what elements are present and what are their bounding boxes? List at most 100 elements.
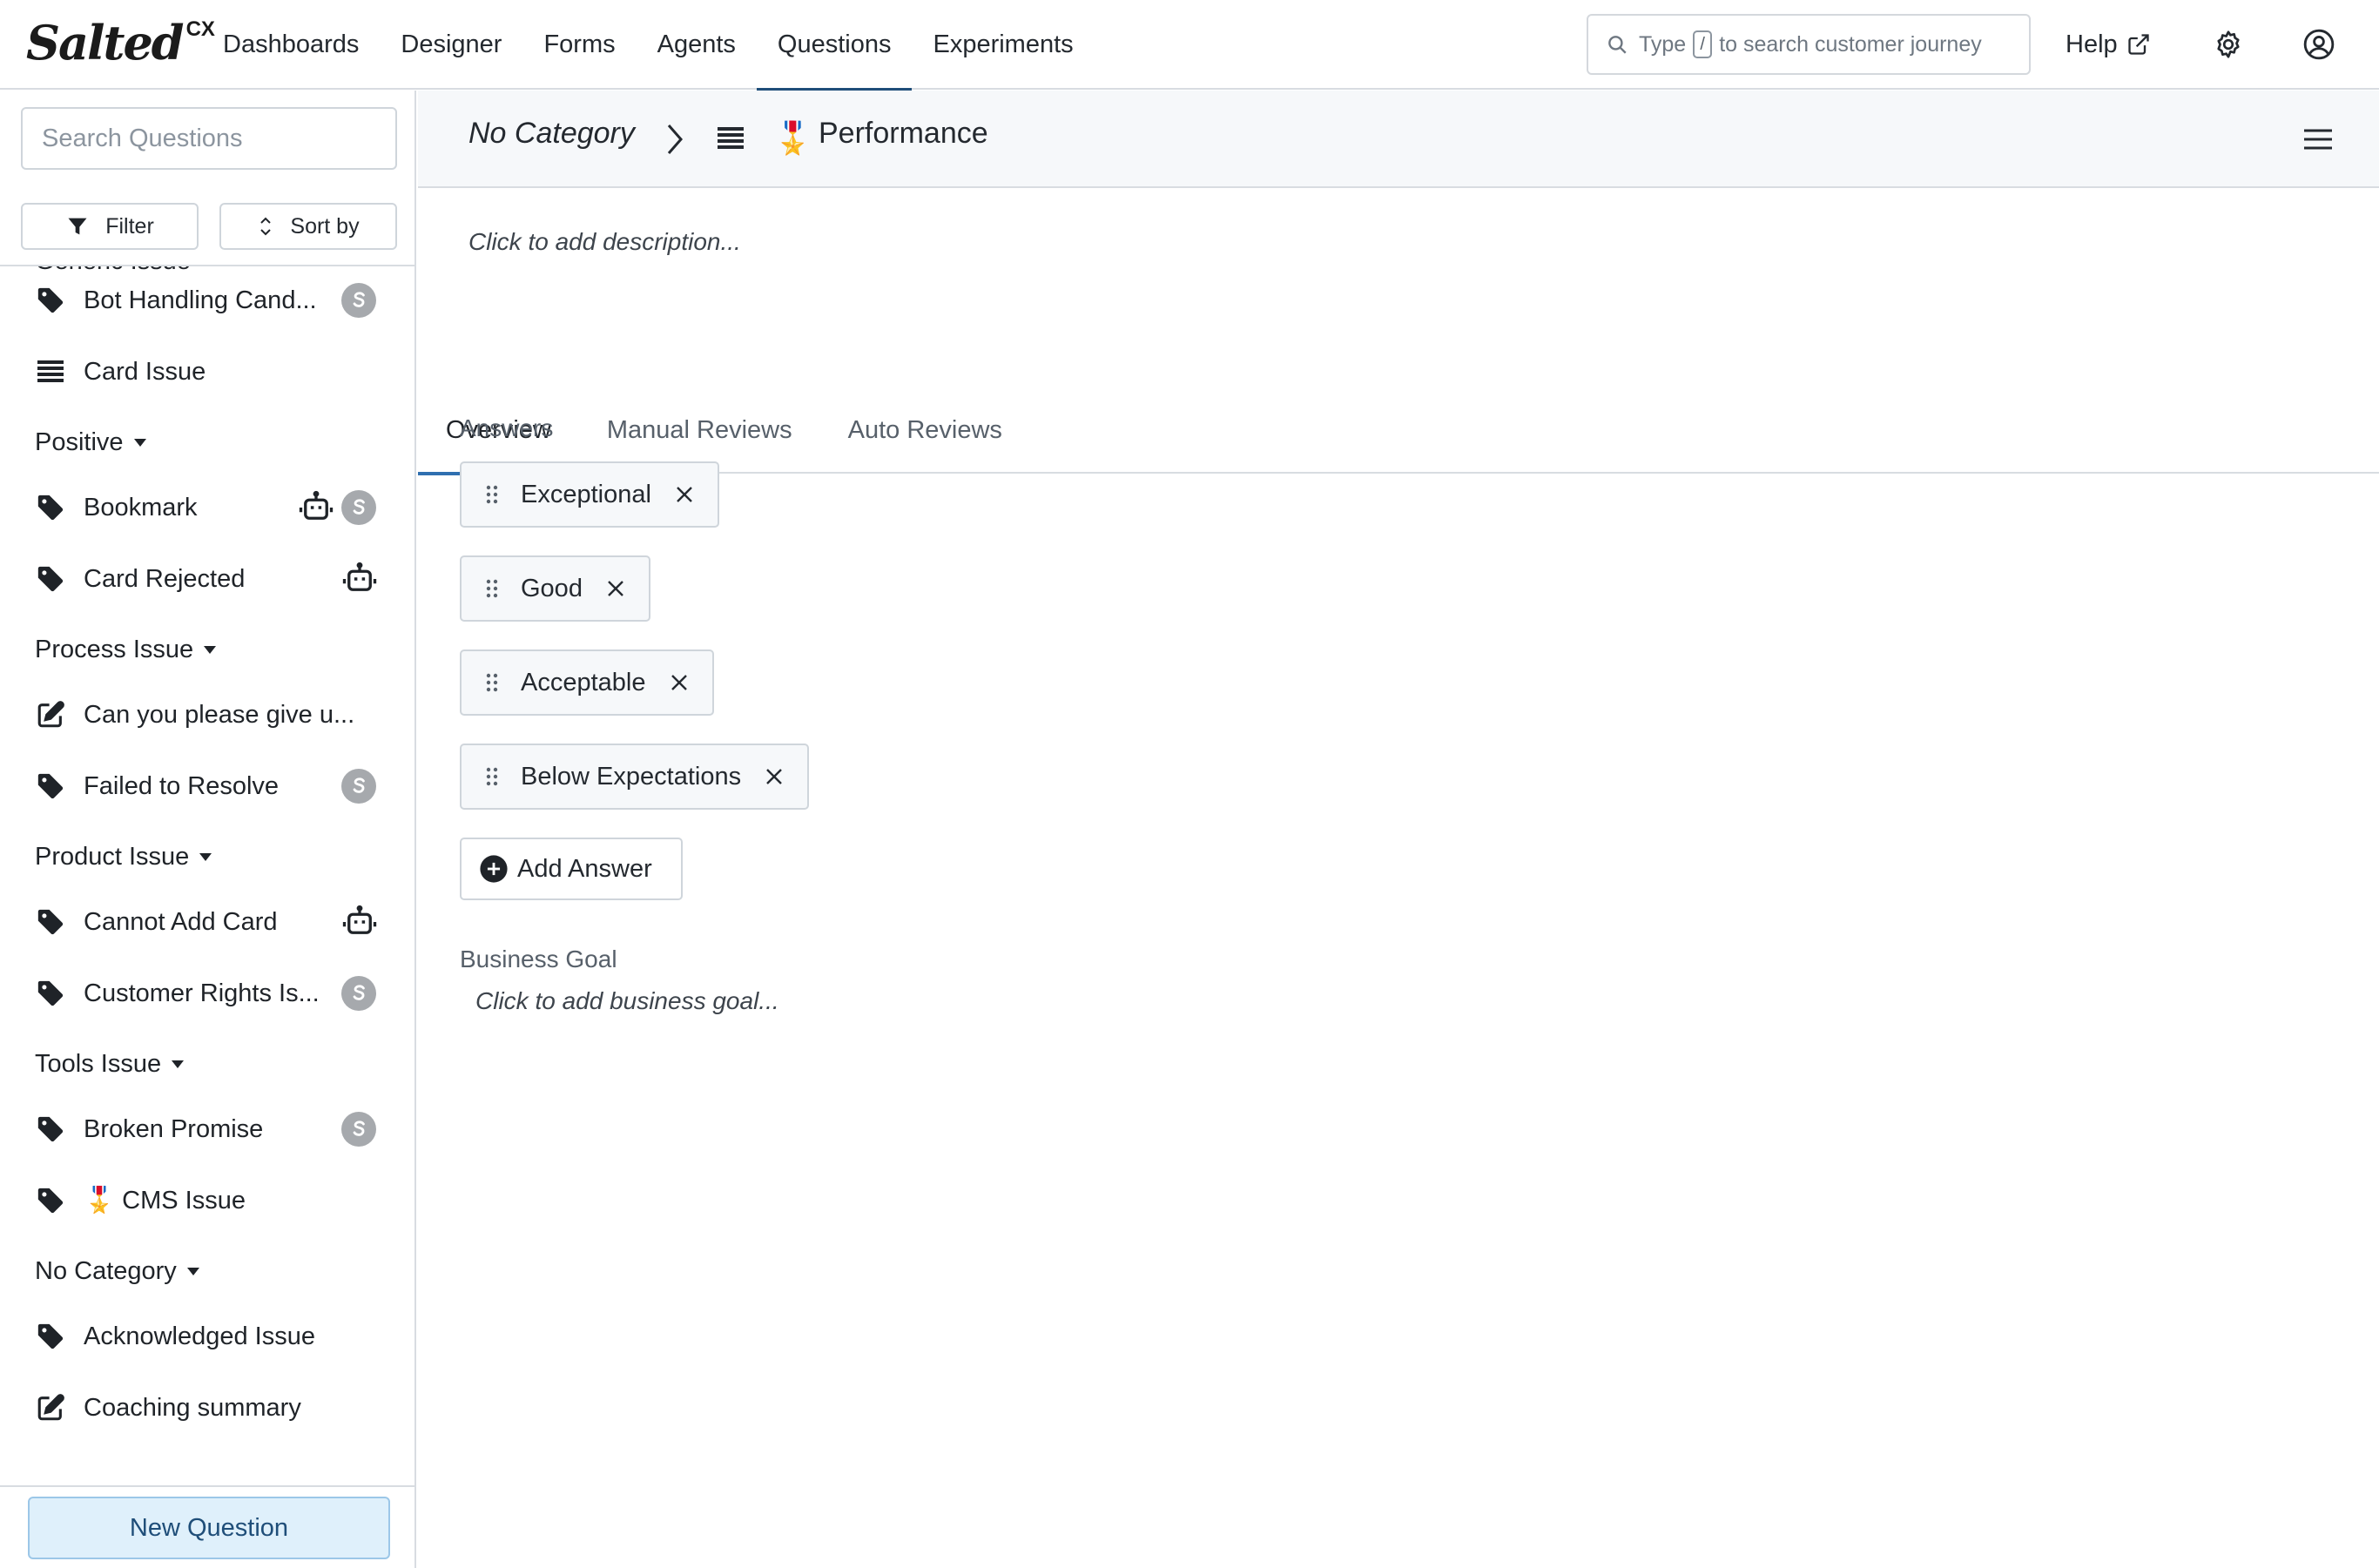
business-goal-label: Business Goal xyxy=(460,946,617,972)
list-item-label: Cannot Add Card xyxy=(84,907,278,936)
nav-dashboards[interactable]: Dashboards xyxy=(202,0,380,90)
breadcrumb-category[interactable]: No Category xyxy=(468,117,635,151)
tag-icon xyxy=(35,492,66,523)
filter-icon xyxy=(68,218,87,235)
group-header-positive[interactable]: Positive xyxy=(35,416,146,468)
drag-handle-icon[interactable] xyxy=(486,767,498,786)
list-item[interactable]: Cannot Add Card xyxy=(0,888,414,956)
list-item[interactable]: Bot Handling Cand... xyxy=(0,266,414,334)
list-icon xyxy=(35,356,66,387)
list-item[interactable]: Acknowledged Issue xyxy=(0,1302,414,1370)
settings-button[interactable] xyxy=(2208,24,2248,64)
help-label: Help xyxy=(2066,30,2118,58)
close-icon[interactable] xyxy=(764,766,785,787)
plus-circle-icon xyxy=(480,855,508,883)
help-link[interactable]: Help xyxy=(2066,16,2151,73)
caret-down-icon xyxy=(204,645,217,654)
group-label: Product Issue xyxy=(35,842,190,871)
new-question-button[interactable]: New Question xyxy=(28,1497,390,1559)
nav-questions[interactable]: Questions xyxy=(756,0,913,91)
list-item[interactable]: Bookmark xyxy=(0,474,414,542)
breadcrumb: No Category 🎖️ Performance xyxy=(418,91,2379,188)
list-item-label: Coaching summary xyxy=(84,1393,301,1422)
tag-icon xyxy=(35,1185,66,1216)
answer-chip[interactable]: Below Expectations xyxy=(460,744,810,810)
nav-agents[interactable]: Agents xyxy=(637,0,757,90)
salted-badge-icon xyxy=(341,769,376,804)
group-header-process-issue[interactable]: Process Issue xyxy=(35,623,217,676)
group-label: Tools Issue xyxy=(35,1049,162,1078)
search-icon xyxy=(1608,36,1627,54)
edit-icon xyxy=(35,1392,66,1423)
robot-icon xyxy=(341,561,378,597)
answer-chip[interactable]: Acceptable xyxy=(460,649,714,716)
sort-arrows-icon xyxy=(260,217,272,236)
drag-handle-icon[interactable] xyxy=(486,579,498,598)
user-circle-icon xyxy=(2303,29,2335,60)
list-item[interactable]: Broken Promise xyxy=(0,1095,414,1163)
description-field[interactable]: Click to add description... xyxy=(468,228,741,256)
filter-button[interactable]: Filter xyxy=(21,203,199,250)
answer-label: Good xyxy=(521,574,583,602)
nav-forms[interactable]: Forms xyxy=(522,0,636,90)
close-icon[interactable] xyxy=(669,672,690,693)
drag-handle-icon[interactable] xyxy=(486,673,498,692)
gear-icon xyxy=(2217,30,2240,58)
group-header-tools-issue[interactable]: Tools Issue xyxy=(35,1038,185,1090)
salted-badge-icon xyxy=(341,490,376,525)
tab-manual-reviews[interactable]: Manual Reviews xyxy=(579,387,820,474)
group-label: Process Issue xyxy=(35,635,194,663)
search-questions-input[interactable] xyxy=(21,107,397,170)
tag-icon xyxy=(35,906,66,938)
list-item[interactable]: Card Issue xyxy=(0,338,414,406)
drag-handle-icon[interactable] xyxy=(486,485,498,504)
close-icon[interactable] xyxy=(674,484,695,505)
answer-chip[interactable]: Exceptional xyxy=(460,461,719,528)
salted-badge-icon xyxy=(341,283,376,318)
group-header-product-issue[interactable]: Product Issue xyxy=(35,831,212,883)
answer-label: Below Expectations xyxy=(521,762,742,791)
list-item-label: Customer Rights Is... xyxy=(84,979,320,1007)
list-item-label: Failed to Resolve xyxy=(84,771,280,800)
external-link-icon xyxy=(2127,34,2149,55)
answer-chip[interactable]: Good xyxy=(460,555,650,622)
add-answer-button[interactable]: Add Answer xyxy=(460,838,683,900)
list-item[interactable]: Customer Rights Is... xyxy=(0,959,414,1027)
main-nav: Dashboards Designer Forms Agents Questio… xyxy=(202,0,1095,91)
user-account-button[interactable] xyxy=(2299,24,2339,64)
question-title[interactable]: Performance xyxy=(819,117,988,151)
list-item[interactable]: 🎖️ CMS Issue xyxy=(0,1167,414,1235)
list-item-label: Bot Handling Cand... xyxy=(84,286,317,314)
list-item[interactable]: Card Rejected xyxy=(0,545,414,613)
group-label: Positive xyxy=(35,427,124,456)
nav-experiments[interactable]: Experiments xyxy=(912,0,1094,90)
top-navigation-bar: Salted CX Dashboards Designer Forms Agen… xyxy=(0,0,2379,91)
question-list: Generic Issue Bot Handling Cand...Card I… xyxy=(0,266,414,1568)
customer-journey-search[interactable]: Type / to search customer journey xyxy=(1587,14,2031,75)
list-item[interactable]: Coaching summary xyxy=(0,1374,414,1442)
list-item-label: Acknowledged Issue xyxy=(84,1322,315,1350)
list-icon xyxy=(718,127,744,149)
question-tabs: Overview Manual Reviews Auto Reviews xyxy=(418,387,2379,475)
caret-down-icon xyxy=(186,1267,199,1275)
salted-cx-logo[interactable]: Salted CX xyxy=(26,12,215,73)
list-item-label: Bookmark xyxy=(84,493,198,522)
tag-icon xyxy=(35,978,66,1009)
answers-label: Answers xyxy=(460,414,554,441)
list-item[interactable]: Can you please give u... xyxy=(0,681,414,749)
caret-down-icon xyxy=(199,852,212,861)
answer-label: Acceptable xyxy=(521,668,646,697)
close-icon[interactable] xyxy=(605,578,626,599)
sort-by-button[interactable]: Sort by xyxy=(219,203,397,250)
tag-icon xyxy=(35,771,66,802)
chevron-right-icon xyxy=(667,124,683,154)
list-item[interactable]: Failed to Resolve xyxy=(0,752,414,820)
search-hint-prefix: Type xyxy=(1639,31,1687,57)
sort-by-label: Sort by xyxy=(290,213,360,239)
tab-auto-reviews[interactable]: Auto Reviews xyxy=(820,387,1030,474)
group-header-no-category[interactable]: No Category xyxy=(35,1245,199,1297)
menu-icon[interactable] xyxy=(2301,122,2335,157)
nav-designer[interactable]: Designer xyxy=(380,0,522,90)
business-goal-field[interactable]: Click to add business goal... xyxy=(475,987,779,1015)
group-label: No Category xyxy=(35,1256,177,1285)
